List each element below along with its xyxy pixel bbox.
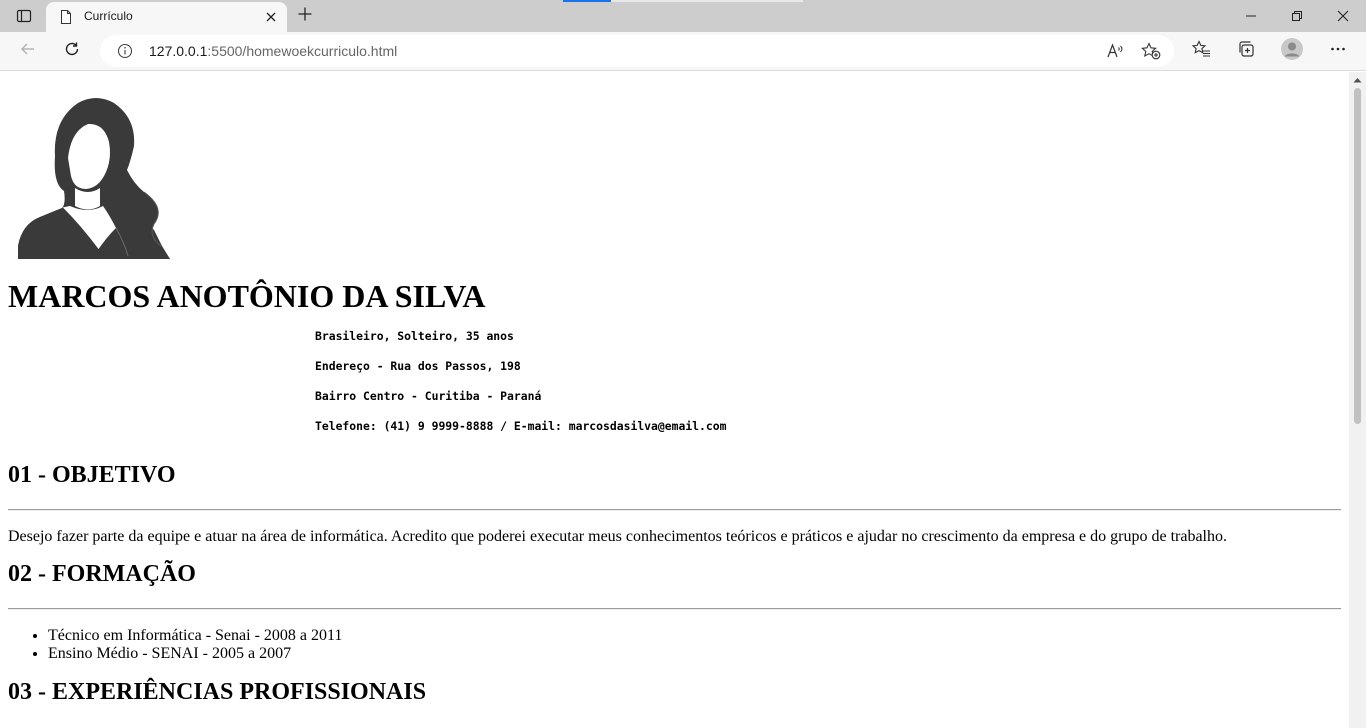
profile-icon xyxy=(1280,37,1304,65)
personal-info: Brasileiro, Solteiro, 35 anos Endereço -… xyxy=(315,329,1341,449)
candidate-name: MARCOS ANOTÔNIO DA SILVA xyxy=(8,278,486,314)
collections-button[interactable] xyxy=(1230,36,1262,66)
page-viewport: MARCOS ANOTÔNIO DA SILVA Brasileiro, Sol… xyxy=(0,72,1349,728)
url-text[interactable]: 127.0.0.1:5500/homewoekcurriculo.html xyxy=(149,43,397,59)
browser-toolbar: 127.0.0.1:5500/homewoekcurriculo.html xyxy=(0,32,1366,71)
close-icon[interactable] xyxy=(263,9,279,25)
title-bar-accent xyxy=(563,0,611,2)
back-arrow-icon xyxy=(19,40,37,62)
section-title-experiencias: 03 - EXPERIÊNCIAS PROFISSIONAIS xyxy=(8,679,427,705)
url-host: 127.0.0.1 xyxy=(149,43,208,59)
objetivo-text: Desejo fazer parte da equipe e atuar na … xyxy=(8,528,1227,545)
resume-page: MARCOS ANOTÔNIO DA SILVA Brasileiro, Sol… xyxy=(0,96,1349,706)
scrollbar-thumb[interactable] xyxy=(1354,88,1361,424)
minimize-icon xyxy=(1245,7,1257,26)
title-bar: Currículo xyxy=(0,0,1366,32)
refresh-button[interactable] xyxy=(56,36,88,66)
refresh-icon xyxy=(63,40,81,62)
tab-actions-icon[interactable] xyxy=(8,4,40,28)
document-icon xyxy=(58,9,74,29)
settings-more-button[interactable] xyxy=(1322,36,1354,66)
section-title-formacao: 02 - FORMAÇÃO xyxy=(8,561,196,587)
vertical-scrollbar[interactable] xyxy=(1349,72,1366,728)
read-aloud-icon[interactable] xyxy=(1102,39,1128,63)
personal-line: Brasileiro, Solteiro, 35 anos xyxy=(315,329,514,343)
personal-line: Telefone: (41) 9 9999-8888 / E-mail: mar… xyxy=(315,419,727,433)
back-button[interactable] xyxy=(12,36,44,66)
more-icon xyxy=(1330,41,1346,61)
address-bar[interactable]: 127.0.0.1:5500/homewoekcurriculo.html xyxy=(100,35,1174,67)
plus-icon xyxy=(297,6,313,26)
section-divider xyxy=(8,608,1341,610)
list-item: Técnico em Informática - Senai - 2008 a … xyxy=(48,627,1341,645)
new-tab-button[interactable] xyxy=(292,4,318,28)
minimize-button[interactable] xyxy=(1228,0,1274,32)
url-path: :5500/homewoekcurriculo.html xyxy=(207,43,398,59)
add-favorite-icon[interactable] xyxy=(1138,39,1164,63)
formacao-list: Técnico em Informática - Senai - 2008 a … xyxy=(8,627,1341,663)
personal-line: Bairro Centro - Curitiba - Paraná xyxy=(315,389,542,403)
favorites-button[interactable] xyxy=(1186,36,1218,66)
restore-button[interactable] xyxy=(1274,0,1320,32)
title-bar-strip xyxy=(611,0,803,2)
window-close-button[interactable] xyxy=(1320,0,1366,32)
list-item: Ensino Médio - SENAI - 2005 a 2007 xyxy=(48,645,1341,663)
section-title-objetivo: 01 - OBJETIVO xyxy=(8,462,176,488)
favorites-icon xyxy=(1191,40,1212,62)
profile-photo xyxy=(18,98,170,259)
collections-icon xyxy=(1237,40,1255,62)
profile-button[interactable] xyxy=(1276,36,1308,66)
close-icon xyxy=(1337,7,1349,26)
browser-tab[interactable]: Currículo xyxy=(46,2,287,32)
scroll-up-arrow-icon[interactable] xyxy=(1349,72,1366,88)
personal-line: Endereço - Rua dos Passos, 198 xyxy=(315,359,521,373)
tab-title: Currículo xyxy=(84,9,133,23)
section-divider xyxy=(8,509,1341,511)
info-icon[interactable] xyxy=(117,43,133,63)
restore-icon xyxy=(1291,7,1303,26)
